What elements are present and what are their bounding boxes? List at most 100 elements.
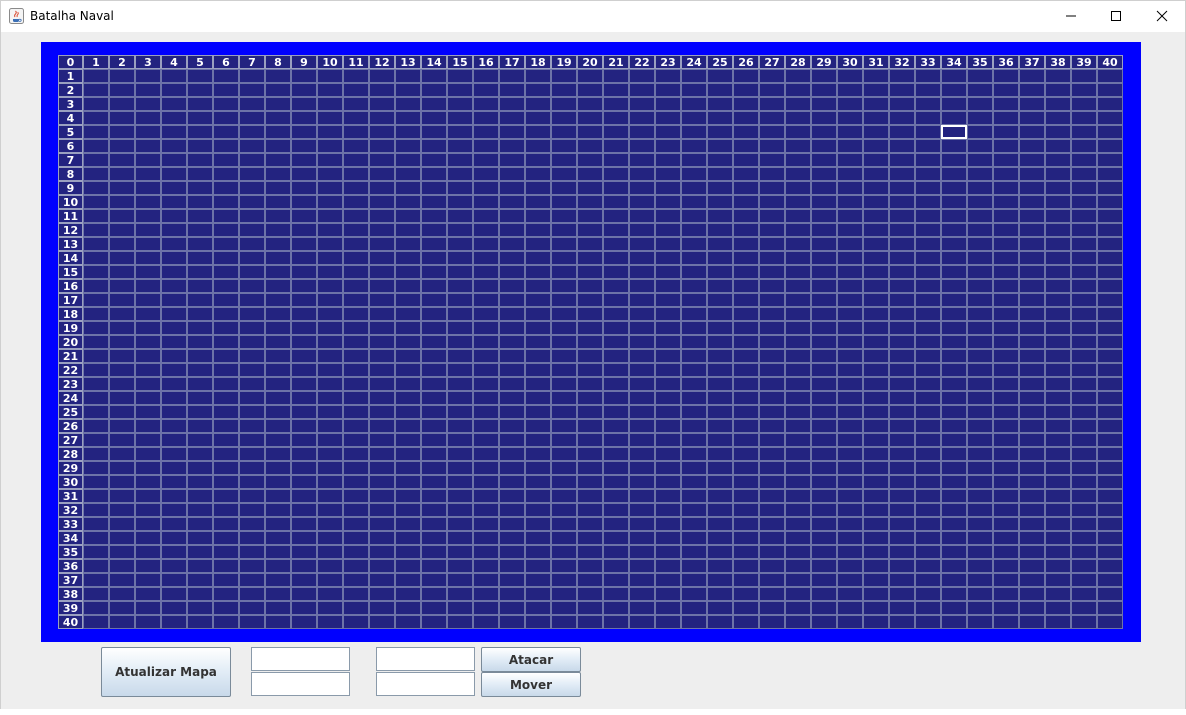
grid-cell[interactable]	[187, 251, 213, 265]
grid-cell[interactable]	[1097, 391, 1123, 405]
grid-cell[interactable]	[473, 503, 499, 517]
grid-cell[interactable]	[447, 279, 473, 293]
grid-cell[interactable]	[941, 391, 967, 405]
grid-cell[interactable]	[343, 307, 369, 321]
grid-cell[interactable]	[421, 559, 447, 573]
grid-cell[interactable]	[629, 461, 655, 475]
grid-cell[interactable]	[941, 433, 967, 447]
grid-cell[interactable]	[473, 615, 499, 629]
grid-cell[interactable]	[967, 573, 993, 587]
grid-cell[interactable]	[109, 195, 135, 209]
grid-cell[interactable]	[343, 69, 369, 83]
grid-cell[interactable]	[109, 307, 135, 321]
grid-cell[interactable]	[551, 111, 577, 125]
grid-cell[interactable]	[681, 69, 707, 83]
grid-cell[interactable]	[551, 573, 577, 587]
grid-cell[interactable]	[83, 167, 109, 181]
grid-cell[interactable]	[369, 419, 395, 433]
grid-cell[interactable]	[863, 321, 889, 335]
grid-cell[interactable]	[863, 69, 889, 83]
grid-cell[interactable]	[941, 349, 967, 363]
grid-cell[interactable]	[915, 139, 941, 153]
grid-cell[interactable]	[291, 111, 317, 125]
grid-cell[interactable]	[1045, 559, 1071, 573]
grid-cell[interactable]	[889, 363, 915, 377]
grid-cell[interactable]	[577, 195, 603, 209]
grid-cell[interactable]	[785, 405, 811, 419]
grid-cell[interactable]	[447, 69, 473, 83]
grid-cell[interactable]	[733, 195, 759, 209]
grid-cell[interactable]	[1097, 377, 1123, 391]
grid-cell[interactable]	[629, 335, 655, 349]
grid-cell[interactable]	[629, 83, 655, 97]
grid-cell[interactable]	[317, 461, 343, 475]
grid-cell[interactable]	[213, 475, 239, 489]
grid-cell[interactable]	[83, 209, 109, 223]
grid-cell[interactable]	[655, 377, 681, 391]
grid-cell[interactable]	[577, 209, 603, 223]
grid-cell[interactable]	[759, 419, 785, 433]
grid-cell[interactable]	[187, 97, 213, 111]
grid-cell[interactable]	[343, 181, 369, 195]
grid-cell[interactable]	[447, 293, 473, 307]
grid-cell[interactable]	[161, 433, 187, 447]
grid-cell[interactable]	[889, 181, 915, 195]
grid-cell[interactable]	[395, 475, 421, 489]
grid-cell[interactable]	[213, 405, 239, 419]
grid-cell[interactable]	[967, 433, 993, 447]
grid-cell[interactable]	[811, 391, 837, 405]
grid-cell[interactable]	[213, 503, 239, 517]
grid-cell[interactable]	[239, 363, 265, 377]
grid-cell[interactable]	[733, 503, 759, 517]
grid-cell[interactable]	[473, 139, 499, 153]
grid-cell[interactable]	[343, 573, 369, 587]
grid-cell[interactable]	[265, 195, 291, 209]
grid-cell[interactable]	[525, 181, 551, 195]
grid-cell[interactable]	[161, 265, 187, 279]
grid-cell[interactable]	[681, 461, 707, 475]
grid-cell[interactable]	[421, 69, 447, 83]
grid-cell[interactable]	[343, 293, 369, 307]
grid-cell[interactable]	[1019, 125, 1045, 139]
grid-cell[interactable]	[1097, 293, 1123, 307]
grid-cell[interactable]	[395, 111, 421, 125]
grid-cell[interactable]	[655, 209, 681, 223]
grid-cell[interactable]	[603, 251, 629, 265]
grid-cell[interactable]	[655, 181, 681, 195]
grid-cell[interactable]	[811, 559, 837, 573]
grid-cell[interactable]	[967, 139, 993, 153]
grid-cell[interactable]	[889, 237, 915, 251]
grid-cell[interactable]	[603, 307, 629, 321]
grid-cell[interactable]	[265, 559, 291, 573]
grid-cell[interactable]	[135, 531, 161, 545]
grid-cell[interactable]	[473, 195, 499, 209]
grid-cell[interactable]	[577, 321, 603, 335]
grid-cell[interactable]	[915, 405, 941, 419]
grid-cell[interactable]	[759, 377, 785, 391]
grid-cell[interactable]	[187, 587, 213, 601]
grid-cell[interactable]	[187, 363, 213, 377]
grid-cell[interactable]	[109, 167, 135, 181]
grid-cell[interactable]	[265, 391, 291, 405]
grid-cell[interactable]	[655, 111, 681, 125]
grid-cell[interactable]	[1019, 517, 1045, 531]
grid-cell[interactable]	[1019, 111, 1045, 125]
grid-cell[interactable]	[733, 461, 759, 475]
grid-cell[interactable]	[863, 391, 889, 405]
grid-cell[interactable]	[759, 363, 785, 377]
grid-cell[interactable]	[603, 265, 629, 279]
grid-cell[interactable]	[447, 237, 473, 251]
grid-cell[interactable]	[889, 83, 915, 97]
grid-cell[interactable]	[733, 489, 759, 503]
grid-cell[interactable]	[421, 349, 447, 363]
grid-cell[interactable]	[1045, 139, 1071, 153]
grid-cell[interactable]	[915, 195, 941, 209]
grid-cell[interactable]	[837, 377, 863, 391]
grid-cell[interactable]	[447, 517, 473, 531]
grid-cell[interactable]	[317, 251, 343, 265]
grid-cell[interactable]	[213, 279, 239, 293]
grid-cell[interactable]	[421, 335, 447, 349]
grid-cell[interactable]	[135, 349, 161, 363]
grid-cell[interactable]	[161, 251, 187, 265]
grid-cell[interactable]	[421, 209, 447, 223]
